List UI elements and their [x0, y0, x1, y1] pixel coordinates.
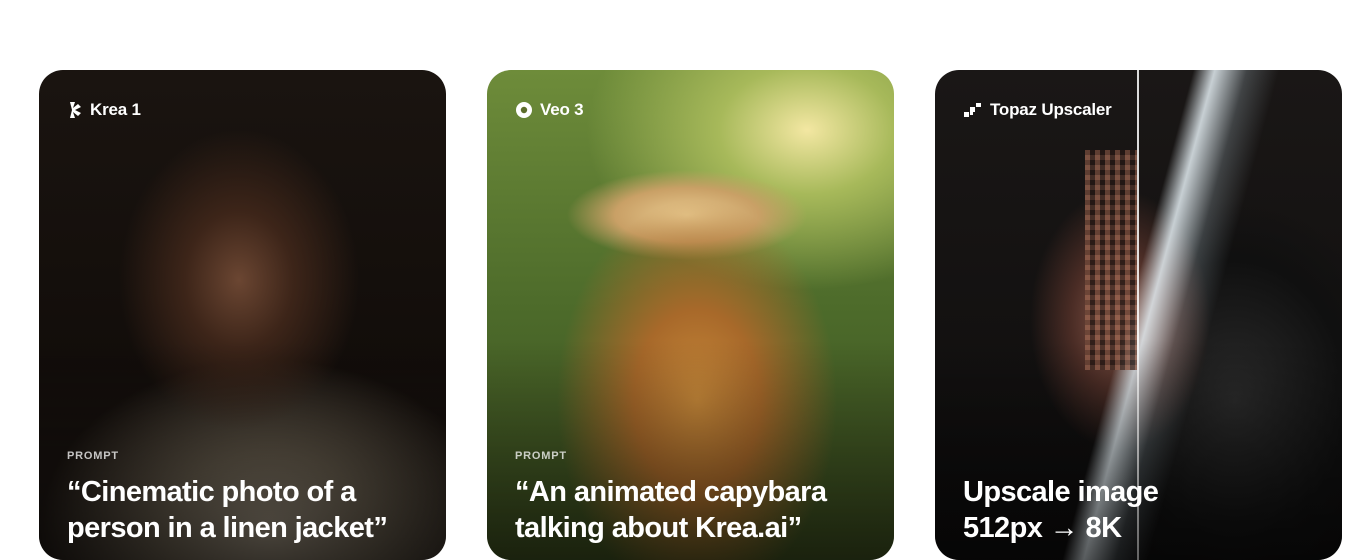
upscale-text: Upscale image 512px → 8K: [963, 474, 1333, 546]
upscale-line: Upscale image: [963, 476, 1159, 508]
model-tag: Veo 3: [515, 100, 584, 120]
veo-logo-icon: [515, 101, 533, 119]
prompt-line: “Cinematic photo of a: [67, 476, 356, 508]
card-veo-3[interactable]: Veo 3 PROMPT “An animated capybara talki…: [487, 70, 894, 560]
card-topaz-upscaler[interactable]: Topaz Upscaler Upscale image 512px → 8K: [935, 70, 1342, 560]
prompt-label: PROMPT: [515, 450, 567, 462]
prompt-line: talking about Krea.ai”: [515, 512, 802, 544]
upscale-line: 512px → 8K: [963, 512, 1122, 544]
prompt-line: “An animated capybara: [515, 476, 827, 508]
prompt-line: person in a linen jacket”: [67, 512, 388, 544]
model-tag: Krea 1: [67, 100, 141, 120]
model-name: Krea 1: [90, 100, 141, 119]
krea-logo-icon: [67, 101, 83, 119]
model-tag: Topaz Upscaler: [963, 100, 1112, 120]
topaz-logo-icon: [963, 102, 983, 118]
model-name: Veo 3: [540, 100, 584, 119]
model-name: Topaz Upscaler: [990, 100, 1112, 119]
pixelated-region: [1085, 150, 1137, 370]
prompt-label: PROMPT: [67, 450, 119, 462]
card-krea-1[interactable]: Krea 1 PROMPT “Cinematic photo of a pers…: [39, 70, 446, 560]
prompt-text: “An animated capybara talking about Krea…: [515, 474, 885, 546]
prompt-text: “Cinematic photo of a person in a linen …: [67, 474, 437, 546]
